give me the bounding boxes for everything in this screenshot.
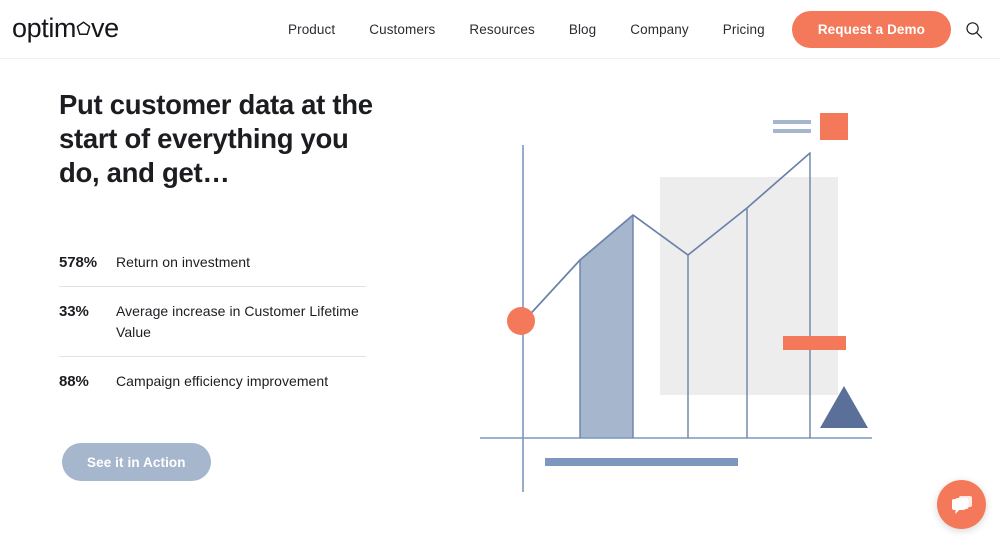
origin-dot: [507, 307, 535, 335]
legend-orange-square: [820, 113, 848, 140]
stats-list: 578% Return on investment 33% Average in…: [59, 238, 366, 405]
main-navigation: Product Customers Resources Blog Company…: [288, 0, 765, 59]
stat-value: 578%: [59, 254, 97, 271]
nav-item-resources[interactable]: Resources: [469, 22, 534, 37]
pentagon-o-icon: [76, 21, 91, 36]
stat-value: 33%: [59, 303, 89, 320]
see-it-in-action-button[interactable]: See it in Action: [62, 443, 211, 481]
nav-item-product[interactable]: Product: [288, 22, 335, 37]
logo-text-post: ve: [91, 13, 119, 43]
site-header: optim ve Product Customers Resources Blo…: [0, 0, 1000, 59]
stat-label: Return on investment: [116, 254, 251, 270]
legend-bar-bottom: [773, 129, 811, 133]
hero-text-block: Put customer data at the start of everyt…: [59, 88, 399, 190]
highlight-panel: [660, 177, 838, 395]
nav-item-blog[interactable]: Blog: [569, 22, 596, 37]
nav-item-company[interactable]: Company: [630, 22, 688, 37]
stat-row: 33% Average increase in Customer Lifetim…: [59, 287, 366, 357]
stat-value: 88%: [59, 373, 89, 390]
optimove-logo[interactable]: optim ve: [12, 15, 119, 42]
nav-item-customers[interactable]: Customers: [369, 22, 435, 37]
area-fill: [580, 215, 633, 438]
search-icon[interactable]: [964, 20, 984, 40]
nav-item-pricing[interactable]: Pricing: [723, 22, 765, 37]
baseline-bar: [545, 458, 738, 466]
legend-bar-top: [773, 120, 811, 124]
logo-text-pre: optim: [12, 13, 77, 43]
hero-chart-illustration: [460, 80, 890, 510]
request-demo-button[interactable]: Request a Demo: [791, 11, 951, 48]
accent-bar: [783, 336, 846, 350]
stat-row: 88% Campaign efficiency improvement: [59, 357, 366, 405]
stat-label: Average increase in Customer Lifetime Va…: [116, 303, 359, 340]
page-title: Put customer data at the start of everyt…: [59, 89, 373, 188]
chat-bubbles-icon[interactable]: [937, 480, 986, 529]
stat-label: Campaign efficiency improvement: [116, 373, 329, 389]
stat-row: 578% Return on investment: [59, 238, 366, 287]
